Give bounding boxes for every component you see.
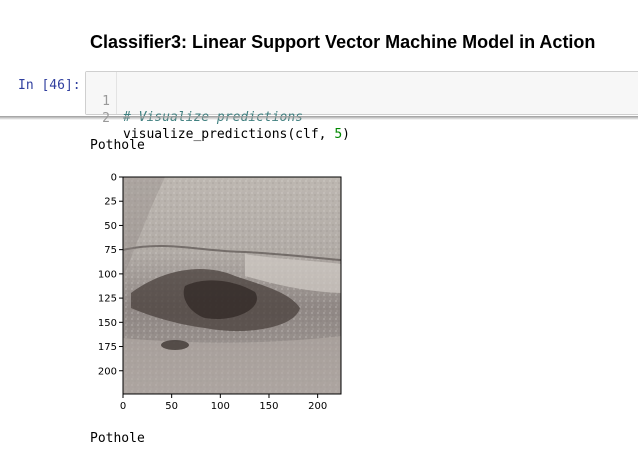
y-tick-label: 75 bbox=[104, 245, 117, 256]
code-statement[interactable]: visualize_predictions(clf, 5) bbox=[123, 127, 350, 143]
y-tick-label: 125 bbox=[98, 294, 117, 305]
markdown-heading: Classifier3: Linear Support Vector Machi… bbox=[90, 32, 596, 52]
code-paren: ) bbox=[342, 127, 350, 142]
y-tick-label: 150 bbox=[98, 318, 117, 329]
y-tick-label: 100 bbox=[98, 269, 117, 280]
image-plot: 0 25 50 75 100 125 150 175 200 0 50 100 150 200 bbox=[98, 173, 342, 412]
y-tick-label: 200 bbox=[98, 366, 117, 377]
notebook-page: Classifier3: Linear Support Vector Machi… bbox=[0, 0, 638, 450]
x-tick-label: 150 bbox=[259, 401, 278, 412]
y-tick-label: 25 bbox=[104, 197, 117, 208]
y-tick-label: 0 bbox=[111, 173, 117, 184]
x-tick-label: 0 bbox=[120, 401, 126, 412]
y-tick-label: 175 bbox=[98, 342, 117, 353]
code-call: visualize_predictions(clf, bbox=[123, 127, 335, 142]
x-axis: 0 50 100 150 200 bbox=[120, 394, 327, 412]
prediction-label: Pothole bbox=[90, 138, 145, 153]
code-number: 5 bbox=[334, 127, 343, 142]
cell-prompt: In [46]: bbox=[18, 78, 81, 93]
y-tick-label: 50 bbox=[104, 221, 117, 232]
code-cell-editor[interactable]: 1 # Visualize predictions 2 visualize_pr… bbox=[85, 71, 638, 142]
code-line[interactable]: 1 # Visualize predictions bbox=[86, 78, 303, 125]
prediction-label: Pothole bbox=[90, 431, 145, 446]
pothole-image bbox=[122, 177, 342, 394]
x-tick-label: 50 bbox=[165, 401, 178, 412]
cell-separator-shadow bbox=[0, 116, 638, 120]
x-tick-label: 200 bbox=[308, 401, 327, 412]
y-axis: 0 25 50 75 100 125 150 175 200 bbox=[98, 173, 123, 377]
x-tick-label: 100 bbox=[211, 401, 230, 412]
code-line[interactable]: 2 visualize_predictions(clf, 5) bbox=[86, 95, 350, 142]
